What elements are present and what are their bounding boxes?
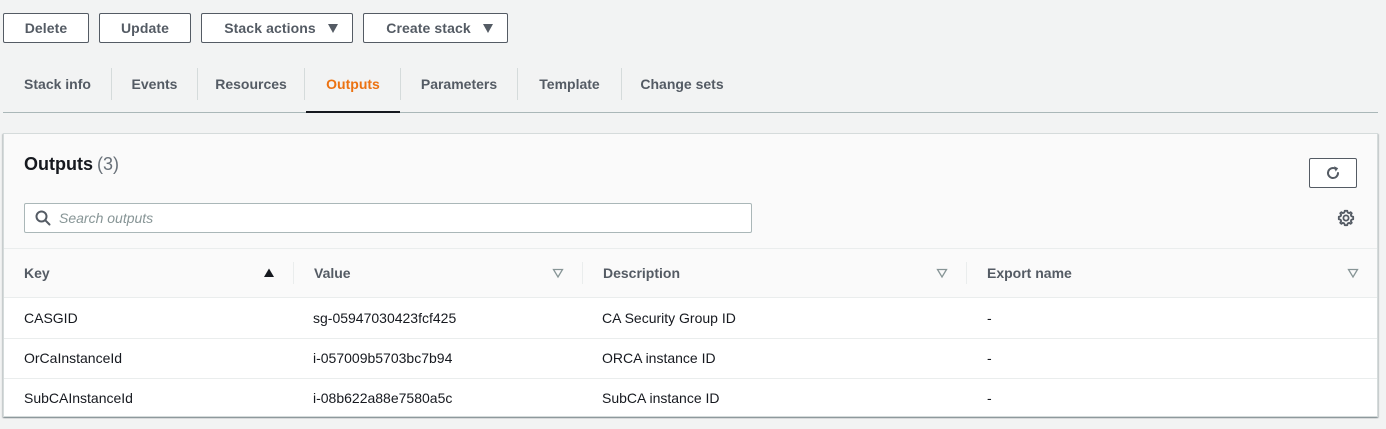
column-divider xyxy=(582,262,583,284)
tab-events[interactable]: Events xyxy=(112,56,197,112)
sort-icon[interactable] xyxy=(552,267,564,279)
tab-outputs[interactable]: Outputs xyxy=(306,56,400,113)
outputs-count: (3) xyxy=(97,154,119,174)
tab-label: Stack info xyxy=(24,76,91,92)
caret-down-icon xyxy=(482,23,493,33)
create-stack-label: Create stack xyxy=(386,20,471,36)
column-header-label: Export name xyxy=(987,265,1072,281)
cell-export-name: - xyxy=(987,310,992,326)
cell-description: CA Security Group ID xyxy=(602,310,736,326)
stack-actions-label: Stack actions xyxy=(224,20,316,36)
cell-key: OrCaInstanceId xyxy=(24,350,123,366)
tab-parameters[interactable]: Parameters xyxy=(401,56,517,112)
tab-label: Resources xyxy=(215,76,287,92)
cell-key: CASGID xyxy=(24,310,78,326)
gear-icon[interactable] xyxy=(1337,209,1355,227)
tab-label: Template xyxy=(539,76,600,92)
delete-button[interactable]: Delete xyxy=(3,13,89,43)
search-outputs-field[interactable] xyxy=(24,203,752,233)
stack-toolbar: Delete Update Stack actions Create stack xyxy=(3,13,508,43)
column-header-label: Key xyxy=(24,265,50,281)
update-button[interactable]: Update xyxy=(99,13,191,43)
create-stack-dropdown[interactable]: Create stack xyxy=(363,13,508,43)
search-icon xyxy=(35,210,51,226)
stack-tabs: Stack info Events Resources Outputs Para… xyxy=(3,56,1378,113)
refresh-icon xyxy=(1325,165,1341,181)
tab-label: Events xyxy=(131,76,178,92)
delete-button-label: Delete xyxy=(24,20,68,36)
refresh-button[interactable] xyxy=(1309,158,1357,188)
column-header-label: Description xyxy=(603,265,681,281)
tab-label: Outputs xyxy=(326,76,380,92)
tab-change-sets[interactable]: Change sets xyxy=(622,56,742,112)
column-header-key[interactable]: Key xyxy=(24,249,50,297)
cell-description: SubCA instance ID xyxy=(602,390,720,406)
cell-value: sg-05947030423fcf425 xyxy=(313,310,457,326)
tab-resources[interactable]: Resources xyxy=(198,56,304,112)
outputs-panel-header: Outputs (3) xyxy=(4,134,1377,249)
table-row: CASGID sg-05947030423fcf425 CA Security … xyxy=(4,298,1377,339)
column-header-value[interactable]: Value xyxy=(314,249,351,297)
tab-stack-info[interactable]: Stack info xyxy=(3,56,112,112)
tab-label: Change sets xyxy=(640,76,724,92)
table-row: OrCaInstanceId i-057009b5703bc7b94 ORCA … xyxy=(4,338,1377,379)
cell-export-name: - xyxy=(987,350,992,366)
panel-title: Outputs (3) xyxy=(24,154,119,175)
tab-template[interactable]: Template xyxy=(518,56,621,112)
column-divider xyxy=(293,262,294,284)
outputs-table-header: Key Value Description Export name xyxy=(4,249,1377,298)
sort-icon[interactable] xyxy=(1347,267,1359,279)
sort-ascending-icon[interactable] xyxy=(263,267,275,279)
cell-value: i-08b622a88e7580a5c xyxy=(313,390,453,406)
column-header-export-name[interactable]: Export name xyxy=(987,249,1072,297)
stack-actions-dropdown[interactable]: Stack actions xyxy=(201,13,353,43)
update-button-label: Update xyxy=(120,20,170,36)
caret-down-icon xyxy=(327,23,338,33)
tab-label: Parameters xyxy=(420,76,498,92)
column-divider xyxy=(966,262,967,284)
cell-description: ORCA instance ID xyxy=(602,350,716,366)
column-header-description[interactable]: Description xyxy=(603,249,680,297)
panel-title-text: Outputs xyxy=(24,154,93,174)
search-outputs-input[interactable] xyxy=(59,205,751,231)
sort-icon[interactable] xyxy=(936,267,948,279)
cell-export-name: - xyxy=(987,390,992,406)
table-row: SubCAInstanceId i-08b622a88e7580a5c SubC… xyxy=(4,378,1377,418)
cell-value: i-057009b5703bc7b94 xyxy=(313,350,453,366)
cell-key: SubCAInstanceId xyxy=(24,390,133,406)
column-header-label: Value xyxy=(314,265,351,281)
outputs-panel: Outputs (3) Search outputs Key Value Des… xyxy=(3,133,1378,417)
tab-divider xyxy=(304,68,305,100)
